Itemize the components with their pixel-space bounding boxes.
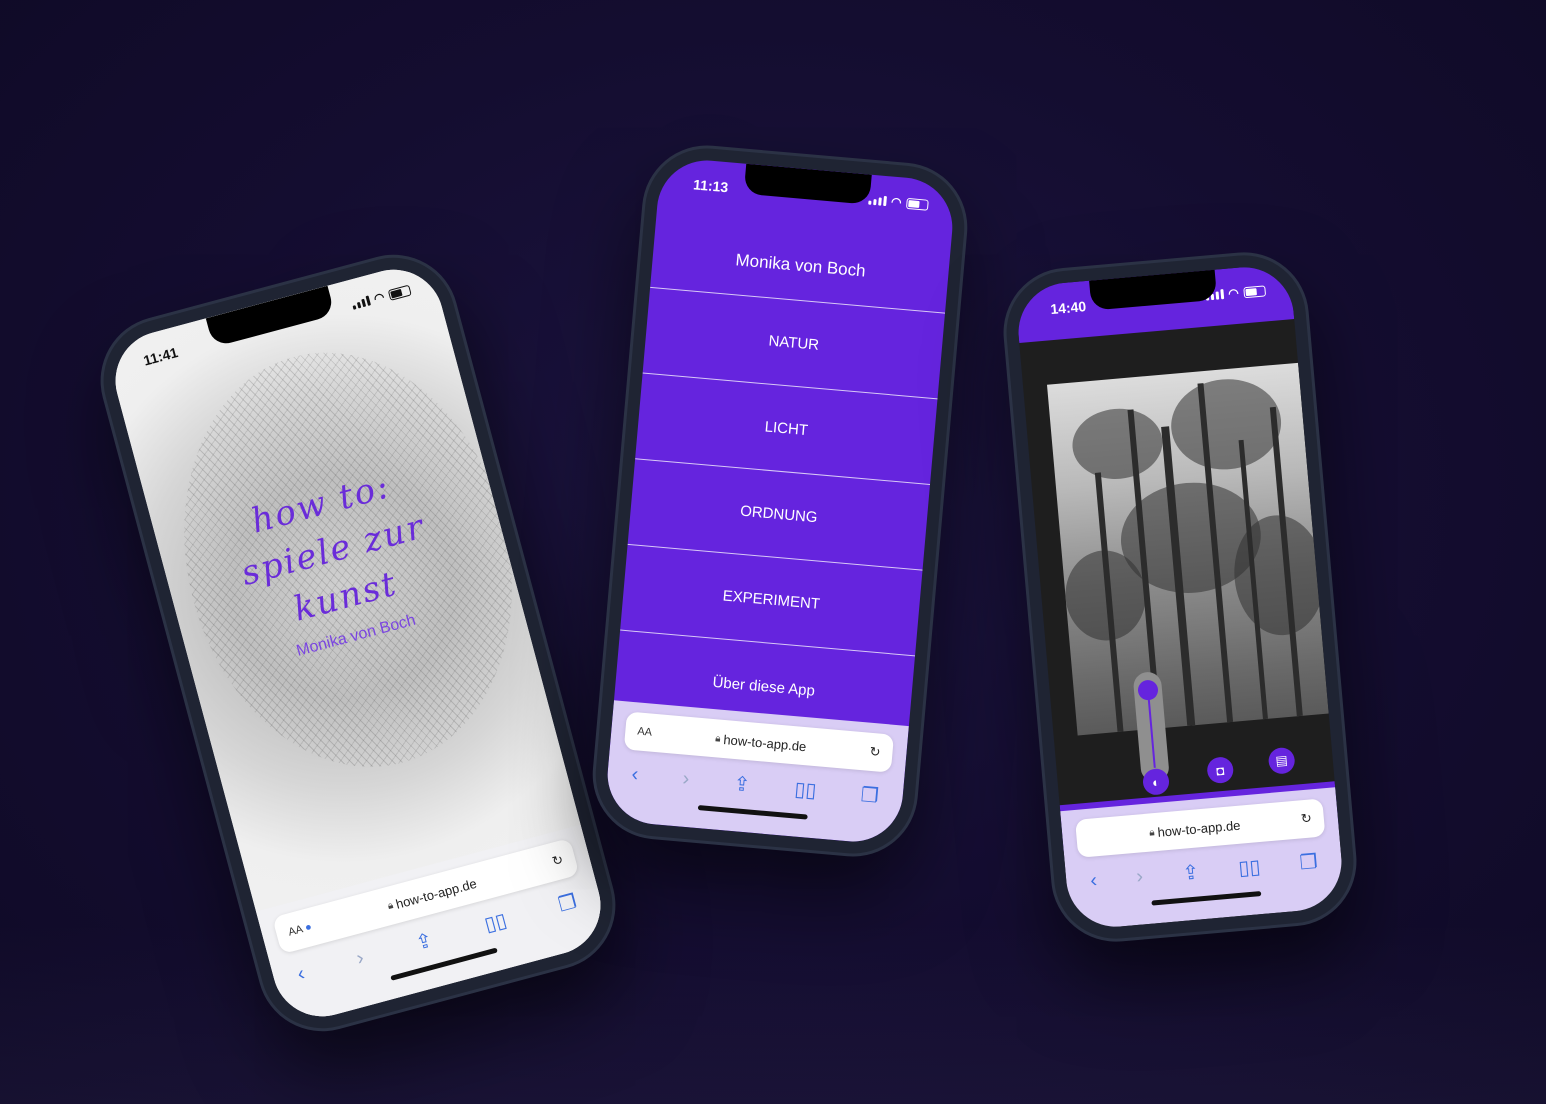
battery-icon	[905, 197, 929, 211]
download-badge-icon: ●	[303, 920, 314, 935]
reload-icon[interactable]: ↻	[550, 852, 565, 870]
wifi-icon: ◠	[1227, 285, 1240, 301]
main-menu: Monika von Boch NATUR LICHT ORDNUNG EXPE…	[613, 218, 952, 742]
book-icon[interactable]: ▯▯	[793, 776, 818, 803]
chevron-right-icon[interactable]: ›	[682, 768, 691, 791]
chevron-left-icon[interactable]: ‹	[1089, 869, 1098, 892]
chevron-left-icon[interactable]: ‹	[295, 963, 307, 987]
phone-menu-screen: 11:13 ◠ Monika von Boch NATUR LICHT ORDN…	[590, 143, 970, 859]
home-indicator	[697, 805, 808, 820]
phone-screen: 11:41 ◠ how to: spiele zur kunst Monika …	[104, 258, 612, 1028]
tabs-icon[interactable]: ❐	[1299, 849, 1319, 875]
url-text: how-to-app.de	[722, 731, 807, 754]
signal-icon	[351, 295, 371, 310]
floor-reflection	[0, 924, 1546, 1104]
status-time: 11:13	[692, 176, 729, 196]
url-text: how-to-app.de	[1156, 817, 1241, 840]
battery-icon	[1243, 284, 1267, 298]
home-indicator	[1151, 891, 1262, 906]
url-display[interactable]: 🔒︎ how-to-app.de	[715, 731, 807, 754]
reload-icon[interactable]: ↻	[869, 744, 881, 761]
phone-screen: 14:40 ◠ ◐ ◘ ▤ ↶	[1014, 263, 1346, 931]
safari-toolbar: 🔒︎ how-to-app.de ↻ ‹ › ⇪ ▯▯ ❐	[1060, 787, 1346, 931]
reload-icon[interactable]: ↻	[1300, 810, 1312, 827]
chevron-right-icon[interactable]: ›	[1135, 865, 1144, 888]
phone-screen: 11:13 ◠ Monika von Boch NATUR LICHT ORDN…	[603, 156, 957, 846]
status-time: 14:40	[1049, 298, 1087, 318]
lock-icon: 🔒︎	[386, 899, 395, 912]
tabs-icon[interactable]: ❐	[860, 782, 880, 808]
battery-icon	[387, 284, 412, 301]
slider-thumb[interactable]	[1137, 679, 1159, 701]
book-icon[interactable]: ▯▯	[1237, 854, 1262, 881]
reader-aa-button[interactable]: AA ●	[287, 921, 313, 939]
chevron-right-icon[interactable]: ›	[354, 947, 366, 971]
reader-aa-button[interactable]: AA	[637, 725, 653, 738]
signal-icon	[867, 195, 887, 207]
wifi-icon: ◠	[890, 194, 903, 210]
wifi-icon: ◠	[372, 289, 387, 306]
status-time: 11:41	[141, 344, 180, 369]
share-icon[interactable]: ⇪	[1181, 859, 1200, 885]
phone-title-screen: 11:41 ◠ how to: spiele zur kunst Monika …	[89, 243, 627, 1043]
frame-icon[interactable]: ◘	[1206, 756, 1235, 785]
book-icon[interactable]: ▯▯	[482, 907, 510, 937]
share-icon[interactable]: ⇪	[732, 771, 752, 797]
safari-toolbar: AA 🔒︎ how-to-app.de ↻ ‹ › ⇪ ▯▯ ❐	[603, 700, 909, 846]
forest-photo	[1046, 362, 1329, 736]
lock-icon: 🔒︎	[714, 732, 722, 745]
lock-icon: 🔒︎	[1148, 826, 1156, 839]
calendar-icon[interactable]: ▤	[1267, 746, 1296, 775]
tabs-icon[interactable]: ❐	[556, 889, 580, 918]
share-icon[interactable]: ⇪	[413, 927, 436, 955]
phone-editor-screen: 14:40 ◠ ◐ ◘ ▤ ↶	[1001, 250, 1359, 944]
url-display[interactable]: 🔒︎ how-to-app.de	[1149, 817, 1241, 840]
chevron-left-icon[interactable]: ‹	[631, 763, 640, 786]
